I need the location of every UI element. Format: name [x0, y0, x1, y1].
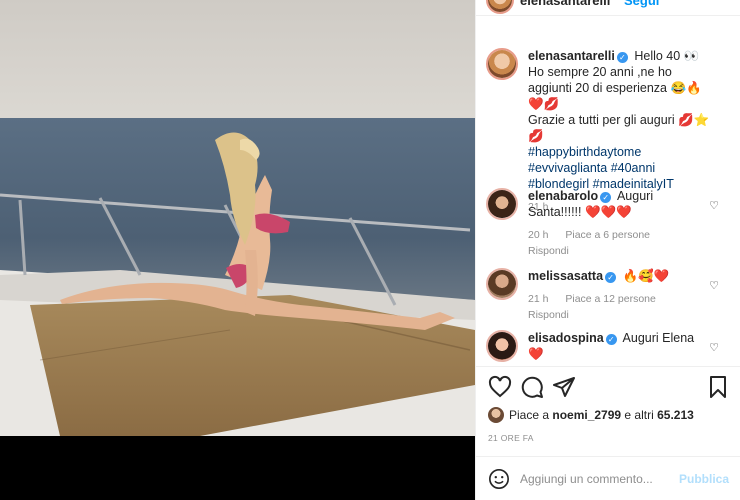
comment-time: 21 h [528, 293, 549, 305]
commenter-username[interactable]: melissasatta [528, 269, 603, 283]
post-timestamp: 21 ORE FA [488, 433, 534, 443]
verified-icon: ✓ [605, 334, 617, 345]
commenter-username[interactable]: elenabarolo [528, 189, 598, 203]
likes-prefix: Piace a [509, 408, 553, 422]
add-comment-bar: Aggiungi un commento... Pubblica [476, 456, 740, 500]
like-comment-icon[interactable]: ♡ [709, 198, 719, 214]
author-avatar[interactable] [486, 0, 514, 14]
likes-count[interactable]: 65.213 [657, 408, 694, 422]
post-panel: elenasantarelli Segui ••• elenasantarell… [475, 0, 740, 500]
post-actions: Piace a noemi_2799 e altri 65.213 21 ORE… [476, 366, 740, 446]
share-paper-plane-icon[interactable] [552, 375, 576, 399]
post-header: elenasantarelli Segui ••• [476, 0, 740, 16]
like-comment-icon[interactable]: ♡ [709, 278, 719, 294]
emoji-smiley-icon[interactable] [488, 468, 510, 490]
verified-icon: ✓ [616, 52, 628, 63]
reply-button[interactable]: Rispondi [528, 309, 569, 321]
add-comment-input[interactable]: Aggiungi un commento... [520, 472, 653, 486]
comments-list[interactable]: elenasantarelli ✓ Hello 40 👀 Ho sempre 20… [476, 36, 740, 366]
comment-likes[interactable]: Piace a 12 persone [565, 293, 655, 305]
caption-line3: Grazie a tutti per gli auguri 💋⭐💋 [528, 113, 710, 143]
liker-username[interactable]: noemi_2799 [552, 408, 621, 422]
caption-avatar[interactable] [486, 48, 518, 80]
comment-bubble-icon[interactable] [520, 375, 544, 399]
likes-mid: e altri [621, 408, 658, 422]
author-username[interactable]: elenasantarelli [520, 0, 610, 8]
likes-summary[interactable]: Piace a noemi_2799 e altri 65.213 [488, 407, 694, 423]
follow-button[interactable]: Segui [624, 0, 659, 8]
comment-time: 20 h [528, 229, 549, 241]
verified-icon: ✓ [600, 192, 612, 203]
like-comment-icon[interactable]: ♡ [709, 340, 719, 356]
post-photo[interactable] [0, 0, 475, 436]
save-bookmark-icon[interactable] [706, 375, 730, 399]
more-options-icon[interactable]: ••• [709, 0, 729, 6]
commenter-username[interactable]: elisadospina [528, 331, 604, 345]
verified-icon: ✓ [605, 272, 617, 283]
commenter-avatar[interactable] [486, 188, 518, 220]
comment-text: 🔥🥰❤️ [622, 269, 670, 283]
liker-avatar [488, 407, 504, 423]
commenter-avatar[interactable] [486, 268, 518, 300]
photo-letterbox [0, 436, 475, 500]
reply-button[interactable]: Rispondi [528, 245, 569, 257]
comment-likes[interactable]: Piace a 6 persone [565, 229, 650, 241]
caption-line1: Hello 40 👀 [634, 49, 700, 63]
photo-illustration [0, 0, 475, 436]
caption-line2: Ho sempre 20 anni ,ne ho aggiunti 20 di … [528, 65, 702, 111]
caption-hashtags[interactable]: #happybirthdaytome #evvivaglianta #40ann… [528, 144, 710, 192]
publish-button[interactable]: Pubblica [679, 472, 729, 486]
like-heart-icon[interactable] [488, 375, 512, 399]
caption-username[interactable]: elenasantarelli [528, 49, 615, 63]
commenter-avatar[interactable] [486, 330, 518, 362]
